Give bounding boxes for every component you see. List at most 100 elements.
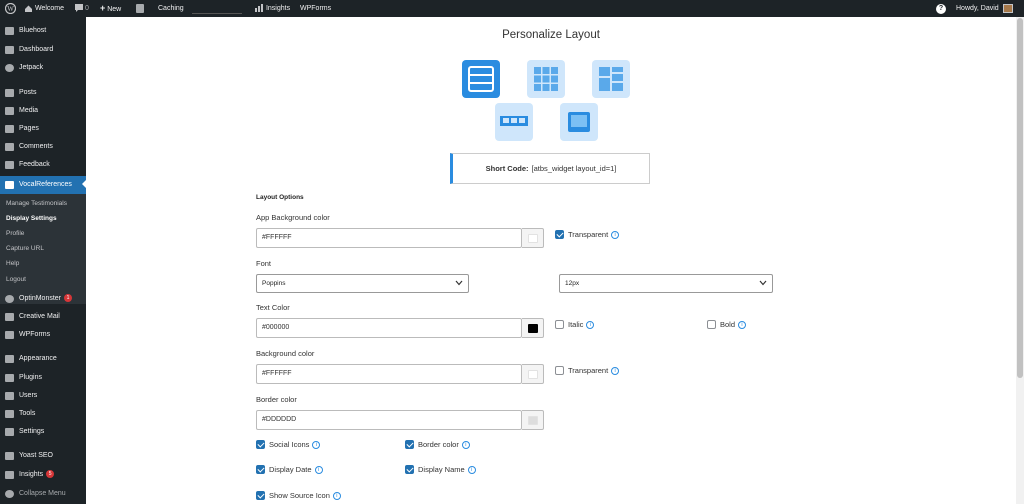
- help-icon[interactable]: i: [332, 491, 341, 500]
- caching-link[interactable]: Caching: [158, 0, 184, 17]
- sidebar-item-wpforms[interactable]: WPForms: [0, 327, 86, 343]
- sidebar-item-comments[interactable]: Comments: [0, 139, 86, 155]
- sidebar-item-feedback[interactable]: Feedback: [0, 157, 86, 173]
- checkbox-checked[interactable]: [405, 465, 414, 474]
- sidebar-item-optinmonster[interactable]: OptinMonster 1: [0, 291, 86, 307]
- italic-checkbox[interactable]: Italic i: [555, 320, 595, 329]
- main-content: Personalize Layout Short Code: [atbs_wid…: [86, 17, 1016, 504]
- carousel-layout-icon: [500, 116, 528, 126]
- checkbox-unchecked[interactable]: [555, 320, 564, 329]
- app-bg-color-input[interactable]: #FFFFFF: [256, 228, 522, 248]
- checkbox-checked[interactable]: [256, 491, 265, 500]
- sidebar-item-insights[interactable]: Insights 5: [0, 467, 86, 483]
- shortcode-box: Short Code: [atbs_widget layout_id=1]: [450, 153, 650, 184]
- scrollbar-thumb[interactable]: [1017, 18, 1023, 378]
- checkbox-checked[interactable]: [256, 440, 265, 449]
- sidebar-item-jetpack[interactable]: Jetpack: [0, 60, 86, 76]
- howdy-greeting[interactable]: Howdy, David: [956, 0, 999, 17]
- submenu-help[interactable]: Help: [6, 258, 19, 270]
- font-label: Font: [256, 259, 272, 268]
- collapse-menu-button[interactable]: Collapse Menu: [0, 486, 86, 502]
- new-content-link[interactable]: + New: [100, 0, 121, 17]
- app-bg-color-swatch[interactable]: [522, 228, 544, 248]
- social-icons-checkbox[interactable]: Social Icons i: [256, 440, 321, 449]
- layout-option-single[interactable]: [560, 103, 598, 141]
- sidebar-item-pages[interactable]: Pages: [0, 121, 86, 137]
- sidebar-item-bluehost[interactable]: Bluehost: [0, 23, 86, 39]
- help-icon[interactable]: i: [738, 320, 747, 329]
- shortcode-label: Short Code:: [485, 164, 529, 173]
- help-icon[interactable]: i: [611, 366, 620, 375]
- sidebar-item-media[interactable]: Media: [0, 103, 86, 119]
- submenu-profile[interactable]: Profile: [6, 228, 24, 240]
- pin-icon: [5, 89, 14, 97]
- sidebar-item-yoast-seo[interactable]: Yoast SEO: [0, 448, 86, 464]
- sidebar-item-plugins[interactable]: Plugins: [0, 370, 86, 386]
- sidebar-item-vocalreferences[interactable]: VocalReferences: [0, 176, 86, 194]
- text-color-input[interactable]: #000000: [256, 318, 522, 338]
- display-date-checkbox[interactable]: Display Date i: [256, 465, 323, 474]
- border-color-input[interactable]: #DDDDDD: [256, 410, 522, 430]
- layout-option-carousel[interactable]: [495, 103, 533, 141]
- insights-link[interactable]: Insights: [255, 0, 290, 17]
- text-color-swatch[interactable]: [522, 318, 544, 338]
- bg-color-swatch[interactable]: [522, 364, 544, 384]
- layout-option-grid[interactable]: [527, 60, 565, 98]
- wpforms-link[interactable]: WPForms: [300, 0, 331, 17]
- wordpress-logo-icon[interactable]: W: [4, 0, 17, 17]
- yoast-admin-icon[interactable]: [136, 0, 144, 17]
- submenu-manage-testimonials[interactable]: Manage Testimonials: [6, 198, 67, 210]
- help-icon[interactable]: i: [467, 465, 476, 474]
- layout-option-masonry[interactable]: [592, 60, 630, 98]
- page-scrollbar[interactable]: [1016, 17, 1024, 504]
- sidebar-item-creative-mail[interactable]: Creative Mail: [0, 309, 86, 325]
- help-icon[interactable]: ?: [936, 4, 946, 14]
- new-label: New: [107, 6, 122, 13]
- grid-layout-icon: [534, 67, 558, 91]
- checkbox-checked[interactable]: [555, 230, 564, 239]
- submenu-capture-url[interactable]: Capture URL: [6, 243, 44, 255]
- bg-color-label: Background color: [256, 349, 315, 358]
- help-icon[interactable]: i: [461, 440, 470, 449]
- help-icon[interactable]: i: [611, 230, 620, 239]
- bg-color-input[interactable]: #FFFFFF: [256, 364, 522, 384]
- single-layout-icon: [568, 112, 590, 132]
- shortcode-value[interactable]: [atbs_widget layout_id=1]: [532, 164, 617, 173]
- home-icon: [25, 5, 32, 12]
- font-family-select[interactable]: Poppins: [256, 274, 469, 293]
- app-bg-transparent-checkbox[interactable]: Transparent i: [555, 230, 620, 239]
- users-icon: [5, 392, 14, 400]
- checkbox-checked[interactable]: [256, 465, 265, 474]
- help-icon[interactable]: i: [314, 465, 323, 474]
- font-size-select[interactable]: 12px: [559, 274, 773, 293]
- submenu-display-settings[interactable]: Display Settings: [6, 213, 57, 225]
- site-name-link[interactable]: Welcome: [24, 0, 64, 17]
- sidebar-item-settings[interactable]: Settings: [0, 424, 86, 440]
- plus-icon: +: [100, 3, 106, 13]
- border-color-swatch[interactable]: [522, 410, 544, 430]
- page-title: Personalize Layout: [502, 29, 600, 41]
- bg-transparent-checkbox[interactable]: Transparent i: [555, 366, 620, 375]
- sidebar-item-posts[interactable]: Posts: [0, 85, 86, 101]
- sidebar-item-users[interactable]: Users: [0, 388, 86, 404]
- show-source-icon-checkbox[interactable]: Show Source Icon i: [256, 491, 341, 500]
- border-color-checkbox[interactable]: Border color i: [405, 440, 470, 449]
- display-name-checkbox[interactable]: Display Name i: [405, 465, 476, 474]
- sidebar-item-appearance[interactable]: Appearance: [0, 351, 86, 367]
- wpforms-icon: [5, 331, 14, 339]
- bold-checkbox[interactable]: Bold i: [707, 320, 747, 329]
- layout-option-list[interactable]: [462, 60, 500, 98]
- submenu-logout[interactable]: Logout: [6, 274, 26, 286]
- sidebar-item-dashboard[interactable]: Dashboard: [0, 42, 86, 58]
- checkbox-unchecked[interactable]: [707, 320, 716, 329]
- help-icon[interactable]: i: [586, 320, 595, 329]
- checkbox-checked[interactable]: [405, 440, 414, 449]
- help-icon[interactable]: i: [312, 440, 321, 449]
- brush-icon: [5, 355, 14, 363]
- checkbox-unchecked[interactable]: [555, 366, 564, 375]
- feedback-icon: [5, 161, 14, 169]
- comments-link[interactable]: 0: [75, 0, 89, 17]
- sidebar-item-tools[interactable]: Tools: [0, 406, 86, 422]
- avatar[interactable]: [1003, 4, 1013, 13]
- vocalreferences-submenu: Manage Testimonials Display Settings Pro…: [0, 194, 86, 304]
